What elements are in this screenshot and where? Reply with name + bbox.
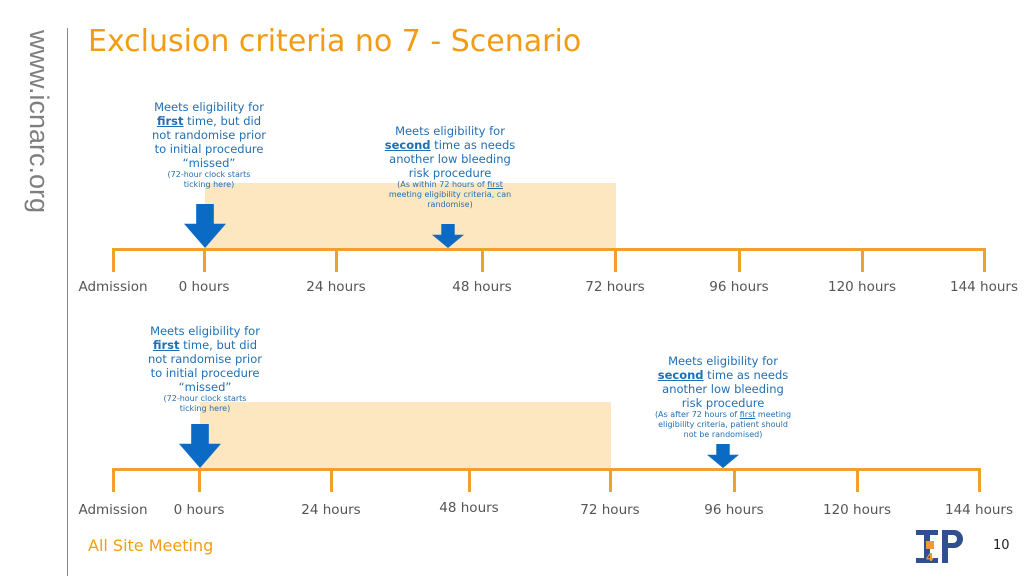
timeline-tick: [112, 468, 115, 492]
timeline-tick: [733, 468, 736, 492]
timeline-label: 72 hours: [580, 502, 640, 518]
timeline-tick: [856, 468, 859, 492]
timeline-tick: [738, 248, 741, 272]
page-number: 10: [993, 538, 1010, 553]
down-arrow-icon: [184, 204, 226, 248]
timeline-label: 144 hours: [949, 279, 1019, 295]
page-title: Exclusion criteria no 7 - Scenario: [88, 24, 582, 59]
timeline-tick: [609, 468, 612, 492]
timeline-tick: [112, 248, 115, 272]
second-eligibility-note: Meets eligibility for second time as nee…: [654, 354, 792, 439]
divider: [67, 28, 68, 576]
timeline-tick: [861, 248, 864, 272]
timeline-label: 48 hours: [439, 500, 499, 516]
timeline-tick: [978, 468, 981, 492]
timeline-axis: [112, 468, 981, 471]
timeline-tick: [614, 248, 617, 272]
timeline-tick: [203, 248, 206, 272]
down-arrow-icon: [432, 224, 464, 248]
timeline-tick: [335, 248, 338, 272]
timeline-tick: [983, 248, 986, 272]
second-eligibility-note: Meets eligibility for second time as nee…: [384, 124, 516, 209]
timeline-label: 24 hours: [306, 279, 366, 295]
down-arrow-icon: [179, 424, 221, 468]
timeline-tick: [198, 468, 201, 492]
down-arrow-icon: [707, 444, 739, 468]
first-eligibility-note: Meets eligibility for first time, but di…: [152, 100, 266, 189]
footer-meeting: All Site Meeting: [88, 536, 214, 555]
timeline-label: 120 hours: [827, 279, 897, 295]
timeline-label: 144 hours: [944, 502, 1014, 518]
timeline-label: 0 hours: [173, 502, 225, 518]
timeline-label: 96 hours: [709, 279, 769, 295]
timeline-tick: [330, 468, 333, 492]
timeline-label: 120 hours: [822, 502, 892, 518]
timeline-tick: [468, 468, 471, 492]
t4p-logo: 4: [914, 527, 966, 569]
timeline-label: 48 hours: [452, 279, 512, 295]
first-eligibility-note: Meets eligibility for first time, but di…: [148, 324, 262, 413]
timeline-label: 24 hours: [301, 502, 361, 518]
svg-text:4: 4: [926, 551, 934, 564]
timeline-label: 72 hours: [585, 279, 645, 295]
timeline-label: Admission: [78, 502, 148, 518]
timeline-label: 96 hours: [704, 502, 764, 518]
website-url: www.icnarc.org: [24, 30, 54, 214]
timeline-axis: [112, 248, 986, 251]
timeline-label: Admission: [78, 279, 148, 295]
timeline-label: 0 hours: [178, 279, 230, 295]
timeline-tick: [481, 248, 484, 272]
